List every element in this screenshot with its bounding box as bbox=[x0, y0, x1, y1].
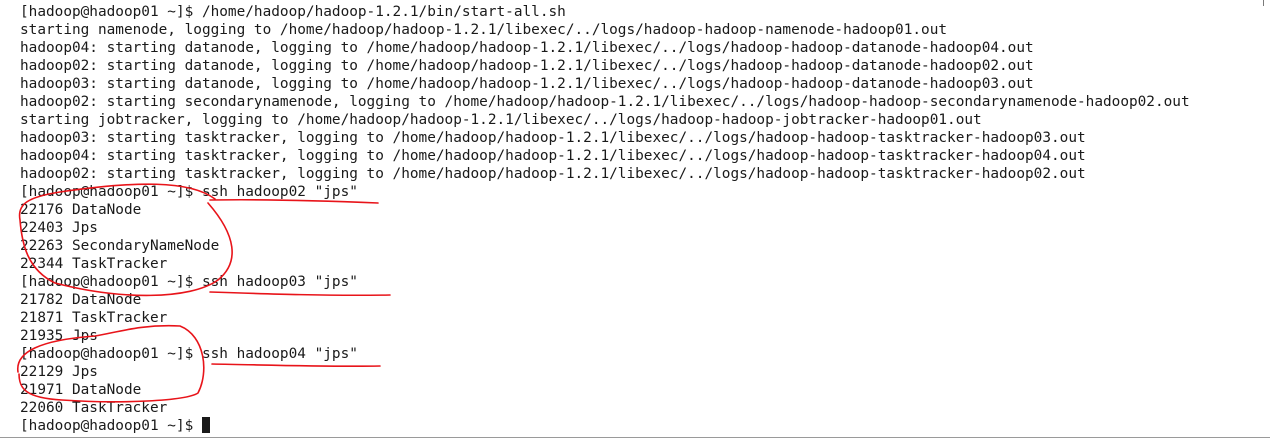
terminal-line-jps-output: 22060 TaskTracker bbox=[20, 400, 168, 416]
terminal-line-namenode: starting namenode, logging to /home/hado… bbox=[20, 22, 948, 38]
terminal-prompt-line[interactable]: [hadoop@hadoop01 ~]$ bbox=[20, 417, 1190, 435]
shell-prompt: [hadoop@hadoop01 ~]$ bbox=[20, 418, 202, 434]
terminal-line-jps-output: 21782 DataNode bbox=[20, 292, 142, 308]
terminal-line-jps-output: 21871 TaskTracker bbox=[20, 310, 168, 326]
terminal-line-ssh-hadoop03: [hadoop@hadoop01 ~]$ ssh hadoop03 "jps" bbox=[20, 274, 358, 290]
terminal-line-start-command: [hadoop@hadoop01 ~]$ /home/hadoop/hadoop… bbox=[20, 4, 566, 20]
terminal-line-jps-output: 21971 DataNode bbox=[20, 382, 142, 398]
terminal-line-jps-output: 22263 SecondaryNameNode bbox=[20, 238, 220, 254]
terminal-line-jps-output: 22176 DataNode bbox=[20, 202, 142, 218]
terminal-bottom-border bbox=[0, 437, 1270, 438]
terminal-line-jps-output: 21935 Jps bbox=[20, 328, 98, 344]
terminal-output[interactable]: [hadoop@hadoop01 ~]$ /home/hadoop/hadoop… bbox=[20, 3, 1190, 435]
terminal-line-ssh-hadoop04: [hadoop@hadoop01 ~]$ ssh hadoop04 "jps" bbox=[20, 346, 358, 362]
terminal-line-datanode-hadoop04: hadoop04: starting datanode, logging to … bbox=[20, 40, 1034, 56]
terminal-line-jps-output: 22129 Jps bbox=[20, 364, 98, 380]
window-edge bbox=[1263, 0, 1270, 6]
terminal-line-datanode-hadoop02: hadoop02: starting datanode, logging to … bbox=[20, 58, 1034, 74]
text-cursor bbox=[201, 417, 210, 433]
terminal-line-jobtracker: starting jobtracker, logging to /home/ha… bbox=[20, 112, 982, 128]
terminal-line-tasktracker-hadoop04: hadoop04: starting tasktracker, logging … bbox=[20, 148, 1086, 164]
terminal-line-secondarynamenode: hadoop02: starting secondarynamenode, lo… bbox=[20, 94, 1190, 110]
terminal-line-datanode-hadoop03: hadoop03: starting datanode, logging to … bbox=[20, 76, 1034, 92]
terminal-line-jps-output: 22403 Jps bbox=[20, 220, 98, 236]
terminal-line-tasktracker-hadoop03: hadoop03: starting tasktracker, logging … bbox=[20, 130, 1086, 146]
terminal-line-jps-output: 22344 TaskTracker bbox=[20, 256, 168, 272]
terminal-line-ssh-hadoop02: [hadoop@hadoop01 ~]$ ssh hadoop02 "jps" bbox=[20, 184, 358, 200]
terminal-window[interactable]: [hadoop@hadoop01 ~]$ /home/hadoop/hadoop… bbox=[0, 0, 1270, 440]
terminal-line-tasktracker-hadoop02: hadoop02: starting tasktracker, logging … bbox=[20, 166, 1086, 182]
